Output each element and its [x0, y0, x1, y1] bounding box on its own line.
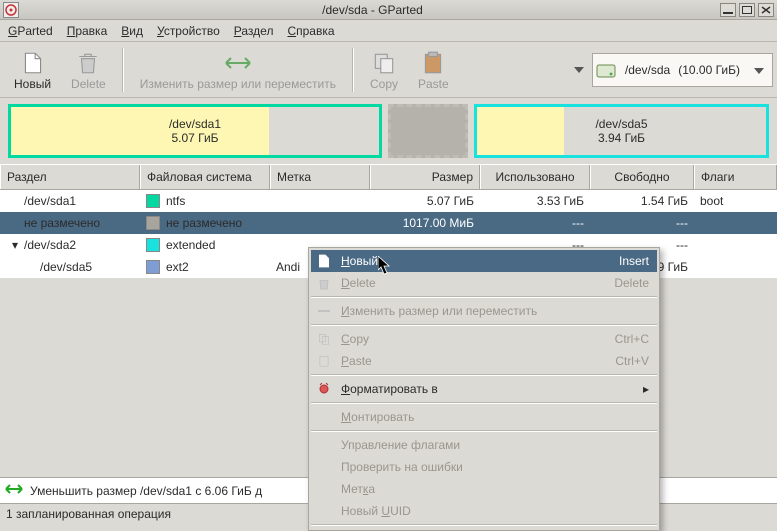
app-menu-icon[interactable]: [3, 2, 19, 18]
delete-button: Delete: [61, 44, 116, 96]
pending-op-text: Уменьшить размер /dev/sda1 с 6.06 ГиБ д: [30, 484, 262, 498]
copy-icon: [315, 332, 333, 346]
diskmap-unallocated[interactable]: [388, 104, 468, 158]
format-icon: [315, 382, 333, 396]
menu-edit[interactable]: Правка: [67, 24, 108, 38]
col-filesystem[interactable]: Файловая система: [140, 165, 270, 189]
ctx-label: Метка: [311, 478, 657, 500]
col-size[interactable]: Размер: [370, 165, 480, 189]
maximize-button[interactable]: [739, 3, 755, 17]
device-size: (10.00 ГиБ): [678, 63, 740, 77]
menu-gparted[interactable]: GParted: [8, 24, 53, 38]
delete-icon: [75, 49, 101, 77]
menubar: GParted Правка Вид Устройство Раздел Спр…: [0, 20, 777, 42]
toolbar: Новый Delete Изменить размер или перемес…: [0, 42, 777, 98]
ctx-uuid: Новый UUID: [311, 500, 657, 522]
paste-button: Paste: [408, 44, 459, 96]
separator: [122, 48, 124, 92]
new-icon: [20, 49, 46, 77]
context-menu: Новый Insert Delete Delete Изменить разм…: [308, 247, 660, 531]
resize-icon: [315, 306, 333, 316]
submenu-arrow-icon: ▸: [643, 382, 649, 396]
diskmap-partition-sda1[interactable]: /dev/sda1 5.07 ГиБ: [8, 104, 382, 158]
new-button[interactable]: Новый: [4, 44, 61, 96]
new-icon: [315, 253, 333, 269]
table-row[interactable]: не размеченоне размечено1017.00 МиБ-----…: [0, 212, 777, 234]
copy-button: Copy: [360, 44, 408, 96]
paste-icon: [420, 49, 446, 77]
ctx-check: Проверить на ошибки: [311, 456, 657, 478]
disk-map: /dev/sda1 5.07 ГиБ /dev/sda5 3.94 ГиБ: [0, 98, 777, 164]
disk-icon: [595, 59, 617, 81]
partition-size: 3.94 ГиБ: [598, 131, 645, 145]
menu-help[interactable]: Справка: [287, 24, 334, 38]
ctx-mount: Монтировать: [311, 406, 657, 428]
ctx-paste: Paste Ctrl+V: [311, 350, 657, 372]
ctx-new[interactable]: Новый Insert: [311, 250, 657, 272]
resize-button: Изменить размер или переместить: [130, 44, 346, 96]
diskmap-partition-sda5[interactable]: /dev/sda5 3.94 ГиБ: [474, 104, 769, 158]
col-partition[interactable]: Раздел: [0, 165, 140, 189]
chevron-down-icon: [754, 63, 764, 77]
col-flags[interactable]: Флаги: [694, 165, 777, 189]
ctx-flags: Управление флагами: [311, 434, 657, 456]
ctx-format[interactable]: Форматировать в ▸: [311, 378, 657, 400]
partition-name: /dev/sda5: [595, 117, 647, 131]
menu-partition[interactable]: Раздел: [234, 24, 274, 38]
menu-device[interactable]: Устройство: [157, 24, 220, 38]
device-name: /dev/sda: [625, 63, 670, 77]
col-used[interactable]: Использовано: [480, 165, 590, 189]
paste-icon: [315, 354, 333, 368]
col-free[interactable]: Свободно: [590, 165, 694, 189]
ctx-copy: Copy Ctrl+C: [311, 328, 657, 350]
menu-view[interactable]: Вид: [121, 24, 143, 38]
resize-icon: [223, 49, 253, 77]
device-selector[interactable]: /dev/sda (10.00 ГиБ): [592, 53, 773, 87]
close-button[interactable]: [758, 3, 774, 17]
delete-icon: [315, 275, 333, 291]
minimize-button[interactable]: [720, 3, 736, 17]
status-text: 1 запланированная операция: [6, 507, 171, 521]
copy-icon: [371, 49, 397, 77]
resize-op-icon: [4, 482, 24, 499]
table-row[interactable]: /dev/sda1ntfs5.07 ГиБ3.53 ГиБ1.54 ГиБboo…: [0, 190, 777, 212]
ctx-resize: Изменить размер или переместить: [311, 300, 657, 322]
apply-dropdown-icon[interactable]: [570, 50, 588, 90]
window-title: /dev/sda - GParted: [25, 3, 720, 17]
ctx-delete: Delete Delete: [311, 272, 657, 294]
col-label[interactable]: Метка: [270, 165, 370, 189]
partition-table-header: Раздел Файловая система Метка Размер Исп…: [0, 164, 777, 190]
separator: [352, 48, 354, 92]
titlebar: /dev/sda - GParted: [0, 0, 777, 20]
